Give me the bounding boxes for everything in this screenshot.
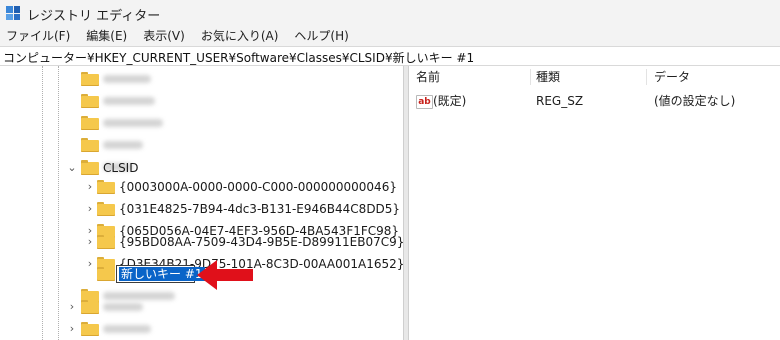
red-arrow-icon (197, 260, 253, 290)
registry-editor-icon (6, 6, 20, 20)
tree-item-label: {031E4825-7B94-4dc3-B131-E946B44C8DD5} (119, 202, 401, 216)
window-title: レジストリ エディター (27, 9, 161, 24)
folder-open-icon (81, 161, 99, 175)
chevron-right-icon[interactable]: › (84, 202, 96, 216)
folder-icon (97, 180, 115, 194)
chevron-right-icon[interactable]: › (66, 322, 78, 336)
tree-item-guid[interactable]: › {0003000A-0000-0000-C000-000000000046} (0, 176, 403, 198)
column-header-type[interactable]: 種類 (536, 66, 560, 88)
value-name: (既定) (433, 94, 467, 108)
tree-item-blurred[interactable] (0, 112, 403, 134)
tree-item-label: {0003000A-0000-0000-C000-000000000046} (119, 180, 397, 194)
address-bar[interactable]: コンピューター¥HKEY_CURRENT_USER¥Software¥Class… (0, 46, 780, 66)
menu-view[interactable]: 表示(V) (135, 26, 193, 46)
key-tree-pane[interactable]: ⌄ CLSID › {0003000A-0000-0000-C000-00000… (0, 66, 403, 340)
menu-file[interactable]: ファイル(F) (0, 26, 78, 46)
folder-icon (81, 322, 99, 336)
chevron-down-icon[interactable]: ⌄ (66, 161, 78, 175)
value-type: REG_SZ (536, 94, 584, 108)
folder-icon (81, 116, 99, 130)
menu-edit[interactable]: 編集(E) (78, 26, 135, 46)
tree-item-guid[interactable]: › {95BD08AA-7509-43D4-9B5E-D89911EB07C9} (0, 231, 403, 253)
tree-item-label: CLSID (103, 161, 139, 175)
tree-item-label: {95BD08AA-7509-43D4-9B5E-D89911EB07C9} (119, 235, 403, 249)
tree-item-blurred[interactable] (0, 90, 403, 112)
chevron-right-icon[interactable]: › (84, 180, 96, 194)
folder-icon (97, 202, 115, 216)
column-divider[interactable] (530, 69, 531, 85)
rename-input-text[interactable]: 新しいキー #1 (119, 267, 205, 281)
folder-icon (81, 300, 99, 314)
value-data: (値の設定なし) (654, 94, 736, 108)
tree-item-blurred[interactable]: › (0, 318, 403, 340)
menu-bar: ファイル(F) 編集(E) 表示(V) お気に入り(A) ヘルプ(H) (0, 26, 780, 46)
address-path[interactable]: コンピューター¥HKEY_CURRENT_USER¥Software¥Class… (3, 49, 474, 66)
column-header-name[interactable]: 名前 (416, 66, 440, 88)
tree-item-blurred[interactable] (0, 68, 403, 90)
column-header-data[interactable]: データ (654, 66, 690, 88)
tree-item-blurred[interactable] (0, 134, 403, 156)
chevron-right-icon[interactable]: › (66, 300, 78, 314)
value-list-pane[interactable]: 名前 種類 データ ab (既定) REG_SZ (値の設定なし) (409, 66, 780, 340)
column-divider[interactable] (646, 69, 647, 85)
menu-favorites[interactable]: お気に入り(A) (193, 26, 287, 46)
rename-input[interactable]: 新しいキー #1 (116, 265, 205, 283)
folder-icon (81, 94, 99, 108)
tree-item-guid[interactable]: › {031E4825-7B94-4dc3-B131-E946B44C8DD5} (0, 198, 403, 220)
title-bar: レジストリ エディター (0, 0, 780, 26)
folder-icon (97, 267, 115, 281)
string-value-icon: ab (416, 95, 433, 109)
folder-icon (81, 138, 99, 152)
folder-icon (97, 235, 115, 249)
menu-help[interactable]: ヘルプ(H) (286, 26, 356, 46)
chevron-right-icon[interactable]: › (84, 235, 96, 249)
folder-icon (81, 72, 99, 86)
tree-item-blurred[interactable]: › (0, 296, 403, 318)
